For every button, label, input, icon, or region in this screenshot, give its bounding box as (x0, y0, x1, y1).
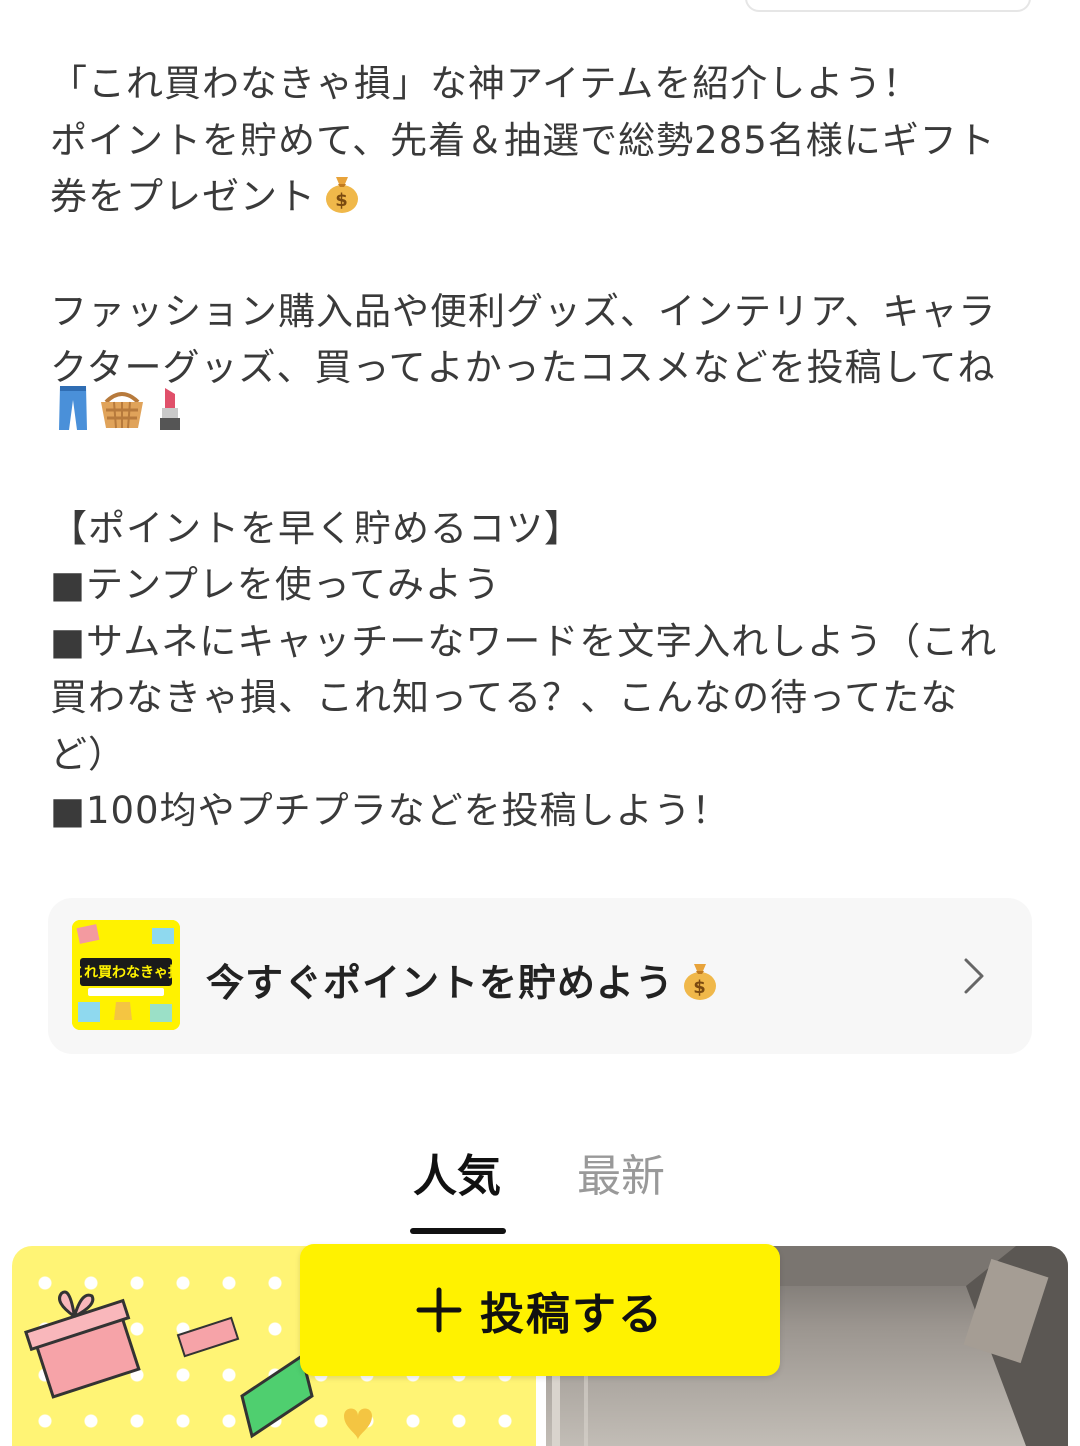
basket-icon (98, 388, 146, 449)
tip-line: 買わなきゃ損、これ知ってる？、こんなの待ってたな (50, 676, 959, 719)
challenge-description: 「これ買わなきゃ損」な神アイテムを紹介しよう！ ポイントを貯めて、先着＆抽選で総… (50, 56, 1040, 840)
thumbnail-title: これ買わなきゃ損 (72, 964, 180, 981)
category-line-2: クターグッズ、買ってよかったコスメなどを投稿してね (50, 346, 996, 389)
intro-line-3: 券をプレゼント $ (50, 169, 1040, 232)
intro-line-2: ポイントを貯めて、先着＆抽選で総勢285名様にギフト (50, 118, 996, 162)
jeans-icon (56, 384, 90, 449)
tip-line: ど） (50, 732, 126, 776)
tip-line: ■サムネにキャッチーなワードを文字入れしよう（これ (50, 619, 998, 663)
money-bag-icon: $ (320, 171, 364, 232)
feed-tabs: 人気 最新 (0, 1130, 1080, 1240)
plus-icon (416, 1287, 462, 1333)
tab-popular[interactable]: 人気 (413, 1140, 501, 1204)
active-tab-indicator (410, 1228, 506, 1234)
create-post-label: 投稿する (480, 1289, 664, 1340)
lipstick-icon (154, 384, 186, 449)
category-line-1: ファッション購入品や便利グッズ、インテリア、キャラ (50, 289, 997, 333)
intro-line-1: 「これ買わなきゃ損」な神アイテムを紹介しよう！ (50, 62, 921, 105)
create-post-button[interactable]: 投稿する (300, 1244, 780, 1376)
tab-latest[interactable]: 最新 (577, 1140, 665, 1204)
campaign-thumbnail: これ買わなきゃ損 (72, 920, 180, 1030)
earn-points-label: 今すぐポイントを貯めよう $ (206, 952, 722, 1011)
tips-heading: 【ポイントを早く貯めるコツ】 (50, 506, 582, 550)
tip-line: ■100均やプチプラなどを投稿しよう！ (50, 789, 730, 832)
svg-text:$: $ (335, 190, 349, 211)
emoji-row (50, 386, 1040, 449)
chevron-right-icon (962, 956, 986, 996)
earn-points-card[interactable]: これ買わなきゃ損 今すぐポイントを貯めよう $ (48, 898, 1032, 1054)
top-pill-button[interactable] (745, 0, 1031, 12)
money-bag-icon: $ (678, 958, 722, 1011)
svg-text:$: $ (693, 977, 707, 998)
tip-line: ■テンプレを使ってみよう (50, 563, 501, 606)
